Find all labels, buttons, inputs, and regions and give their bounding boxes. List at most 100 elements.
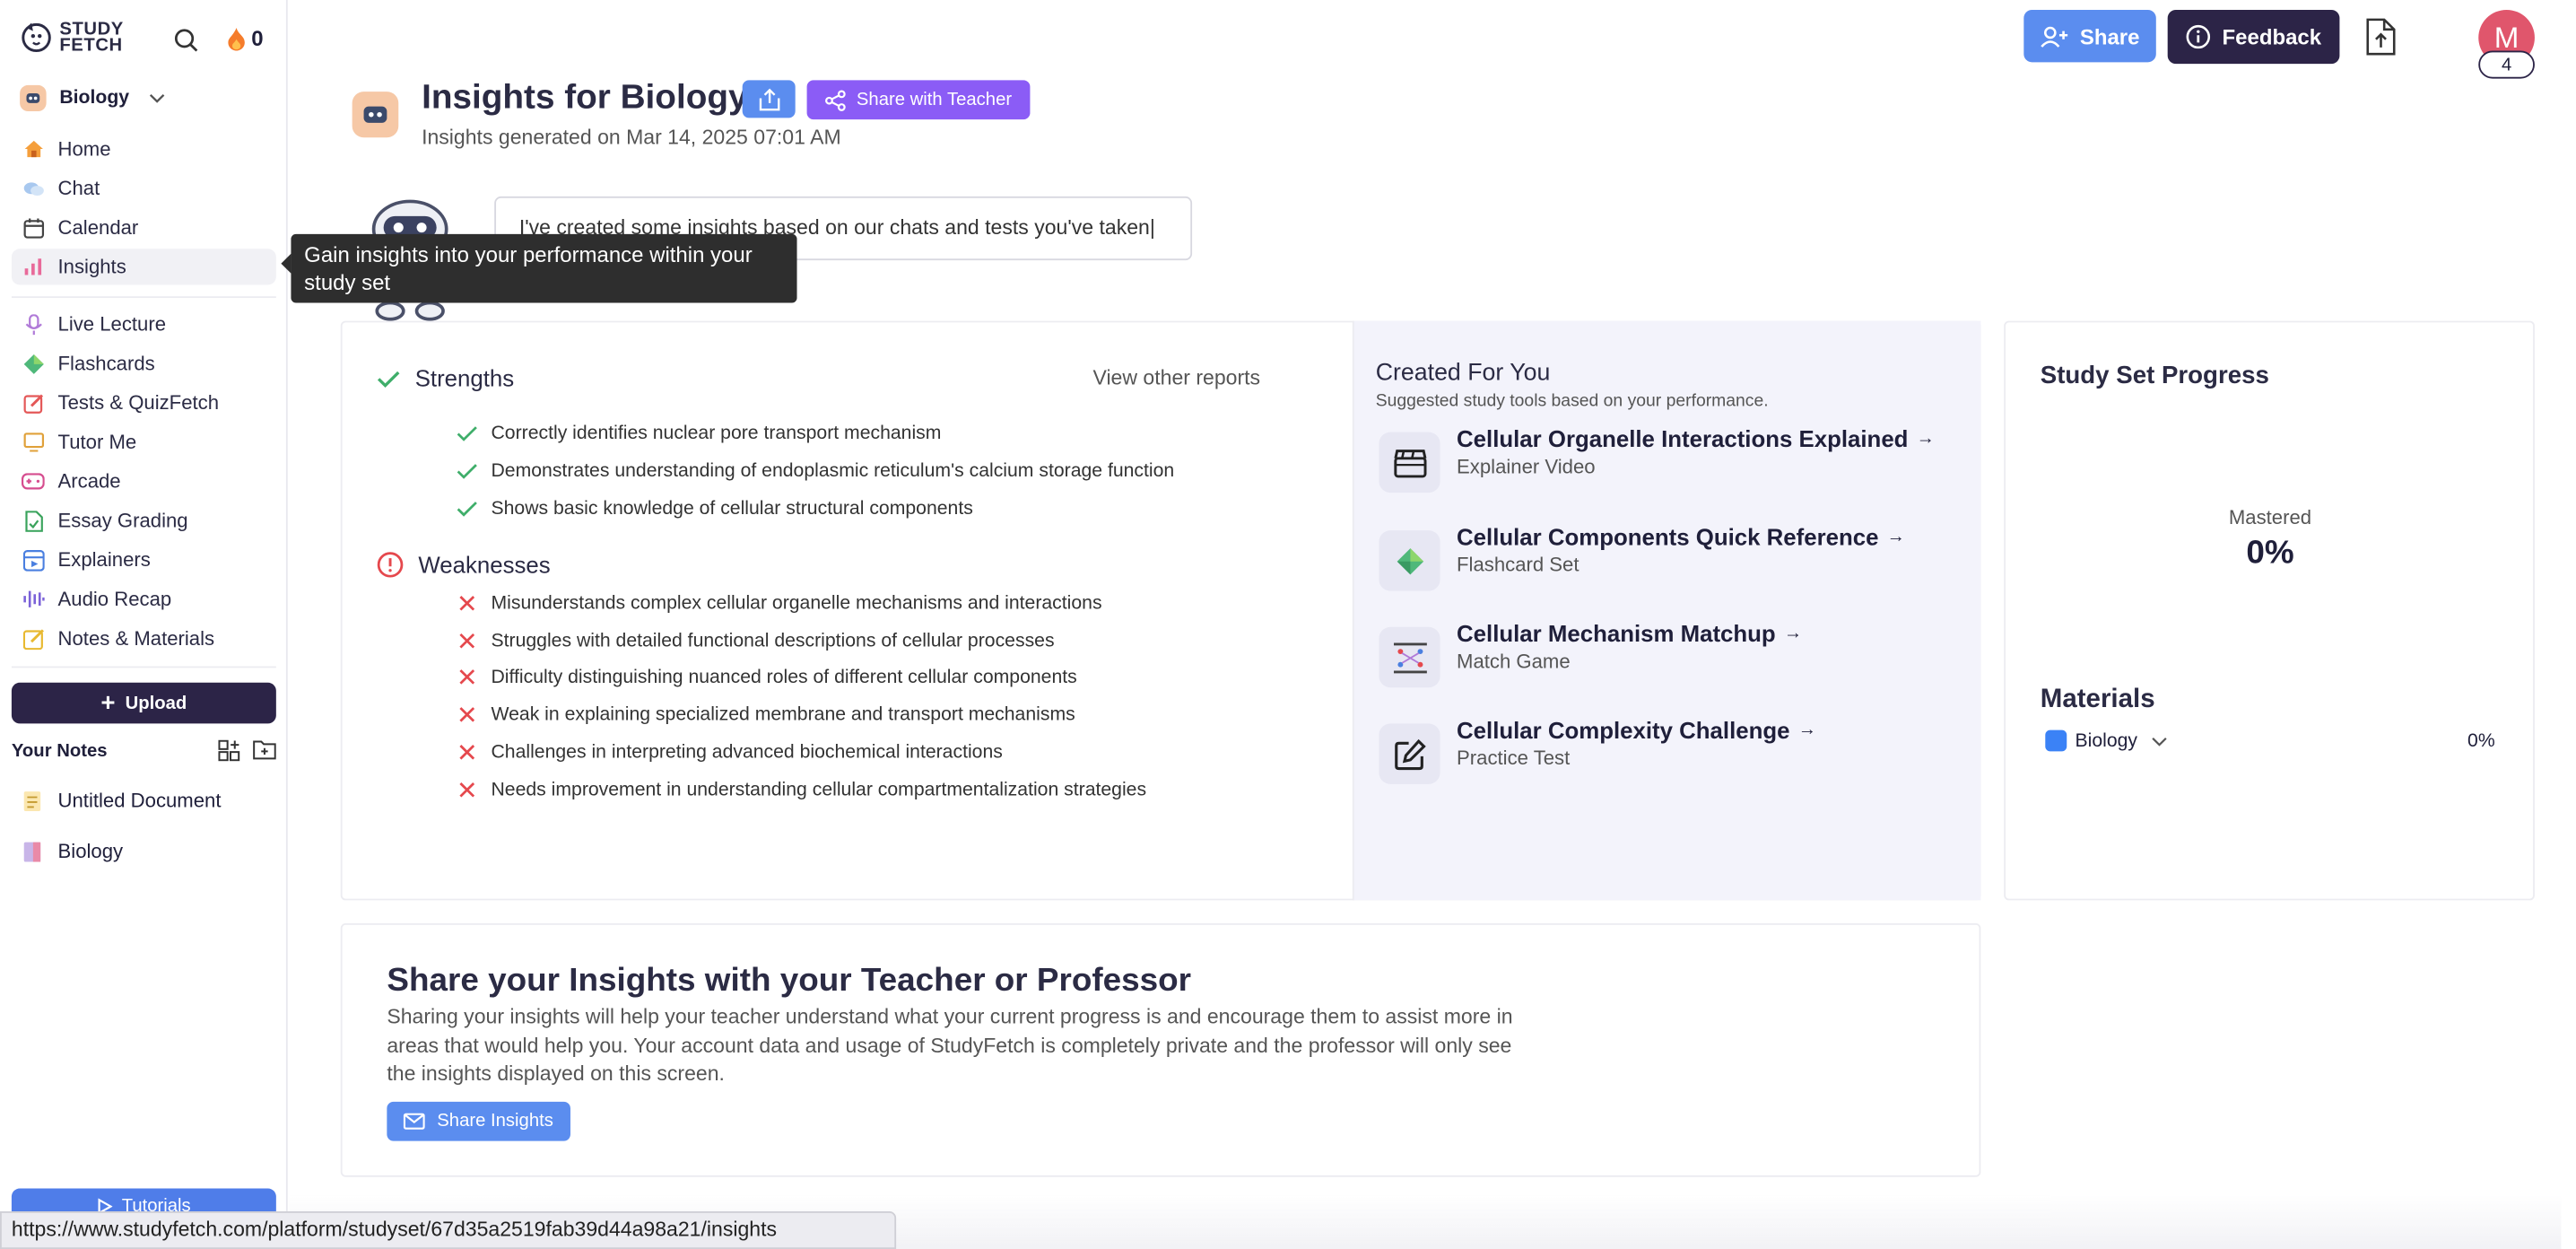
weakness-text: Needs improvement in understanding cellu…	[491, 780, 1147, 800]
your-notes-title: Your Notes	[11, 740, 108, 761]
search-icon[interactable]	[174, 28, 199, 52]
sidebar-item-label: Tutor Me	[57, 430, 137, 454]
upload-label: Upload	[125, 693, 187, 713]
studyfetch-logo[interactable]: STUDY FETCH	[20, 20, 135, 56]
file-upload-icon[interactable]	[2364, 18, 2398, 56]
arrow-right-icon: →	[1797, 720, 1816, 740]
study-tool-item[interactable]: Cellular Organelle Interactions Explaine…	[1379, 425, 1935, 493]
sidebar-item-label: Calendar	[57, 215, 139, 240]
notebook-icon	[23, 841, 41, 861]
share-insights-label: Share Insights	[437, 1111, 553, 1131]
share-nodes-icon	[825, 89, 846, 110]
study-tool-name: Cellular Mechanism Matchup	[1457, 620, 1776, 647]
mastered-label: Mastered	[2228, 505, 2312, 529]
sidebar-item-explainers[interactable]: Explainers	[12, 542, 276, 578]
strength-text: Correctly identifies nuclear pore transp…	[491, 424, 942, 444]
sidebar-item-notes-materials[interactable]: Notes & Materials	[12, 620, 276, 656]
strength-item: Correctly identifies nuclear pore transp…	[457, 424, 942, 444]
upload-button[interactable]: + Upload	[11, 682, 276, 724]
generated-timestamp: Insights generated on Mar 14, 2025 07:01…	[422, 126, 841, 150]
note-title: Untitled Document	[57, 789, 222, 812]
share-insights-button[interactable]: Share Insights	[387, 1101, 570, 1141]
study-tool-item[interactable]: Cellular Mechanism Matchup → Match Game	[1379, 620, 1803, 688]
sidebar: STUDY FETCH 0 Biology Home Chat Calendar…	[0, 0, 288, 1249]
notes-icon	[22, 627, 45, 651]
sidebar-item-calendar[interactable]: Calendar	[12, 210, 276, 246]
sidebar-item-label: Essay Grading	[57, 509, 188, 532]
share-with-teacher-label: Share with Teacher	[856, 90, 1013, 110]
streak-counter[interactable]: 0	[227, 26, 264, 51]
view-other-reports-link[interactable]: View other reports	[1092, 367, 1260, 390]
sidebar-item-tutor-me[interactable]: Tutor Me	[12, 424, 276, 460]
essay-icon	[22, 509, 45, 532]
avatar-badge-count: 4	[2501, 55, 2512, 75]
study-tool-item[interactable]: Cellular Components Quick Reference → Fla…	[1379, 524, 1905, 591]
sidebar-item-audio-recap[interactable]: Audio Recap	[12, 581, 276, 617]
note-item[interactable]: Biology	[23, 839, 124, 863]
arrow-right-icon: →	[1916, 428, 1935, 449]
sidebar-item-tests[interactable]: Tests & QuizFetch	[12, 385, 276, 421]
study-tool-name: Cellular Complexity Challenge	[1457, 717, 1790, 744]
sidebar-item-label: Notes & Materials	[57, 626, 215, 651]
upload-arrow-icon	[758, 87, 779, 110]
feedback-label: Feedback	[2222, 24, 2322, 49]
status-bar-url: https://www.studyfetch.com/platform/stud…	[0, 1211, 897, 1249]
fire-icon	[228, 27, 245, 50]
study-tool-item[interactable]: Cellular Complexity Challenge → Practice …	[1379, 717, 1816, 784]
feedback-button[interactable]: Feedback	[2167, 9, 2340, 65]
note-title: Biology	[57, 839, 124, 863]
material-progress-value: 0%	[2467, 730, 2495, 751]
sidebar-item-home[interactable]: Home	[12, 131, 276, 167]
weakness-text: Misunderstands complex cellular organell…	[491, 593, 1102, 614]
study-set-name: Biology	[59, 88, 130, 109]
new-note-icon[interactable]	[218, 739, 241, 762]
arrow-right-icon: →	[1886, 527, 1905, 547]
study-tool-type: Explainer Video	[1457, 455, 1596, 478]
x-icon	[459, 669, 475, 685]
progress-title: Study Set Progress	[2040, 362, 2269, 390]
sidebar-item-label: Chat	[57, 177, 100, 200]
x-icon	[459, 782, 475, 798]
weakness-text: Weak in explaining specialized membrane …	[491, 704, 1075, 725]
note-item[interactable]: Untitled Document	[23, 789, 222, 812]
material-selector[interactable]: Biology	[2045, 729, 2167, 752]
strength-item: Demonstrates understanding of endoplasmi…	[457, 461, 1174, 481]
export-button[interactable]	[742, 80, 796, 118]
sidebar-item-flashcards[interactable]: Flashcards	[12, 345, 276, 381]
flashcards-icon	[22, 352, 45, 375]
arrow-right-icon: →	[1783, 624, 1803, 643]
sidebar-item-live-lecture[interactable]: Live Lecture	[12, 306, 276, 342]
strength-text: Shows basic knowledge of cellular struct…	[491, 499, 973, 520]
strength-text: Demonstrates understanding of endoplasmi…	[491, 461, 1175, 482]
add-user-icon	[2041, 25, 2068, 47]
study-set-progress-card	[2004, 320, 2535, 901]
audio-wave-icon	[22, 588, 45, 611]
home-icon	[22, 137, 45, 161]
strengths-heading: Strengths	[377, 365, 514, 391]
study-tool-name: Cellular Components Quick Reference	[1457, 523, 1879, 550]
alert-circle-icon	[377, 552, 404, 578]
microphone-icon	[22, 312, 45, 336]
weakness-item: Challenges in interpreting advanced bioc…	[457, 741, 1003, 763]
sidebar-item-arcade[interactable]: Arcade	[12, 463, 276, 499]
sidebar-item-label: Home	[57, 137, 111, 161]
weakness-text: Challenges in interpreting advanced bioc…	[491, 742, 1003, 763]
sidebar-item-label: Live Lecture	[57, 312, 167, 336]
share-with-teacher-button[interactable]: Share with Teacher	[806, 80, 1031, 120]
check-icon	[457, 426, 477, 441]
check-icon	[457, 464, 477, 479]
bar-chart-icon	[22, 256, 45, 279]
plus-icon: +	[100, 688, 116, 717]
share-button[interactable]: Share	[2023, 9, 2156, 63]
created-for-you-subtitle: Suggested study tools based on your perf…	[1375, 391, 1769, 411]
material-name: Biology	[2075, 730, 2137, 751]
sidebar-item-label: Tests & QuizFetch	[57, 391, 220, 415]
sidebar-item-essay-grading[interactable]: Essay Grading	[12, 502, 276, 538]
study-set-selector[interactable]: Biology	[20, 84, 166, 112]
dog-logo-icon	[22, 22, 51, 53]
new-folder-icon[interactable]	[253, 740, 276, 760]
sidebar-item-insights[interactable]: Insights	[11, 249, 276, 285]
sidebar-item-chat[interactable]: Chat	[12, 170, 276, 206]
weaknesses-title: Weaknesses	[418, 551, 551, 579]
chevron-down-icon	[2151, 737, 2167, 746]
